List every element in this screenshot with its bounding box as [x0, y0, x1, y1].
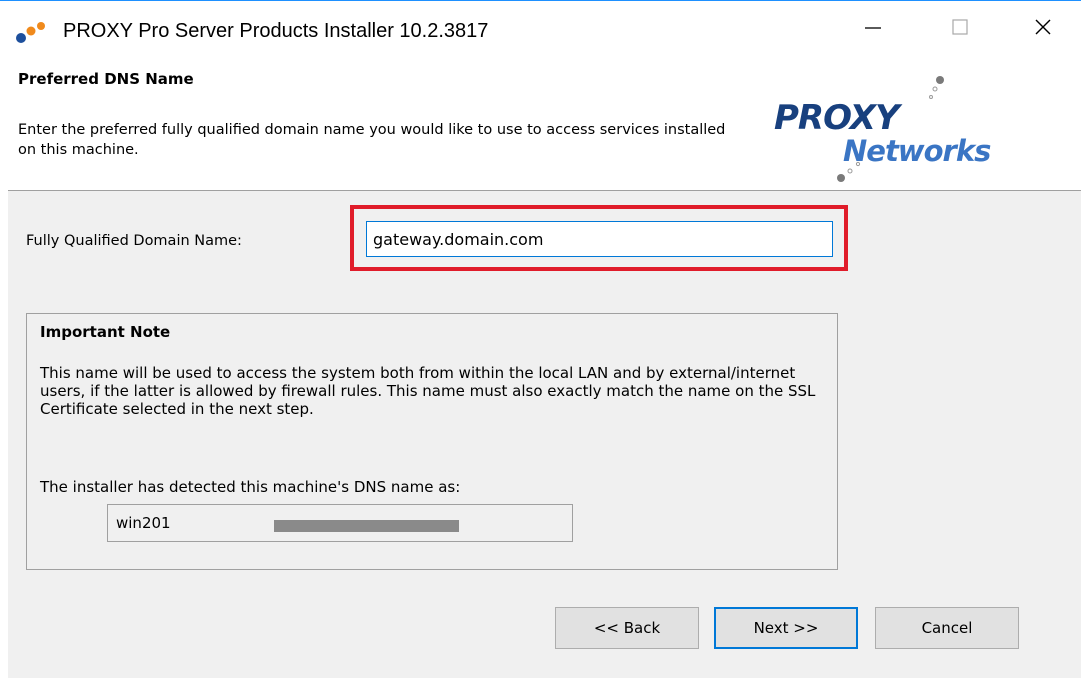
cancel-button[interactable]: Cancel [875, 607, 1019, 649]
page-description: Enter the preferred fully qualified doma… [18, 122, 726, 158]
close-button[interactable] [1020, 7, 1066, 47]
dialog-content: Preferred DNS Name Enter the preferred f… [8, 59, 1081, 678]
logo-proxy-text: PROXY [774, 98, 900, 138]
detected-dns-value: win201 [116, 514, 171, 532]
next-button[interactable]: Next >> [714, 607, 858, 649]
fqdn-label: Fully Qualified Domain Name: [26, 233, 242, 249]
important-note-box: Important Note This name will be used to… [26, 313, 838, 570]
back-button[interactable]: << Back [555, 607, 699, 649]
detected-dns-field: win201 [107, 504, 573, 542]
maximize-icon [952, 19, 968, 35]
redaction-bar [274, 520, 459, 532]
window-title: PROXY Pro Server Products Installer 10.2… [63, 20, 489, 42]
logo-networks-text: Networks [843, 134, 991, 168]
note-title: Important Note [40, 323, 171, 341]
minimize-icon [865, 27, 881, 29]
close-icon [1035, 19, 1051, 35]
fqdn-input[interactable] [366, 221, 833, 257]
note-body: This name will be used to access the sys… [40, 364, 816, 418]
installer-window: PROXY Pro Server Products Installer 10.2… [0, 0, 1081, 678]
title-bar[interactable]: PROXY Pro Server Products Installer 10.2… [0, 1, 1081, 59]
maximize-button[interactable] [937, 7, 983, 47]
minimize-button[interactable] [850, 7, 896, 47]
detected-dns-label: The installer has detected this machine'… [40, 478, 461, 496]
page-title: Preferred DNS Name [18, 70, 194, 88]
header-panel: Preferred DNS Name Enter the preferred f… [8, 59, 1081, 191]
proxy-networks-logo: PROXY Networks [764, 71, 1036, 191]
app-icon [16, 22, 45, 43]
